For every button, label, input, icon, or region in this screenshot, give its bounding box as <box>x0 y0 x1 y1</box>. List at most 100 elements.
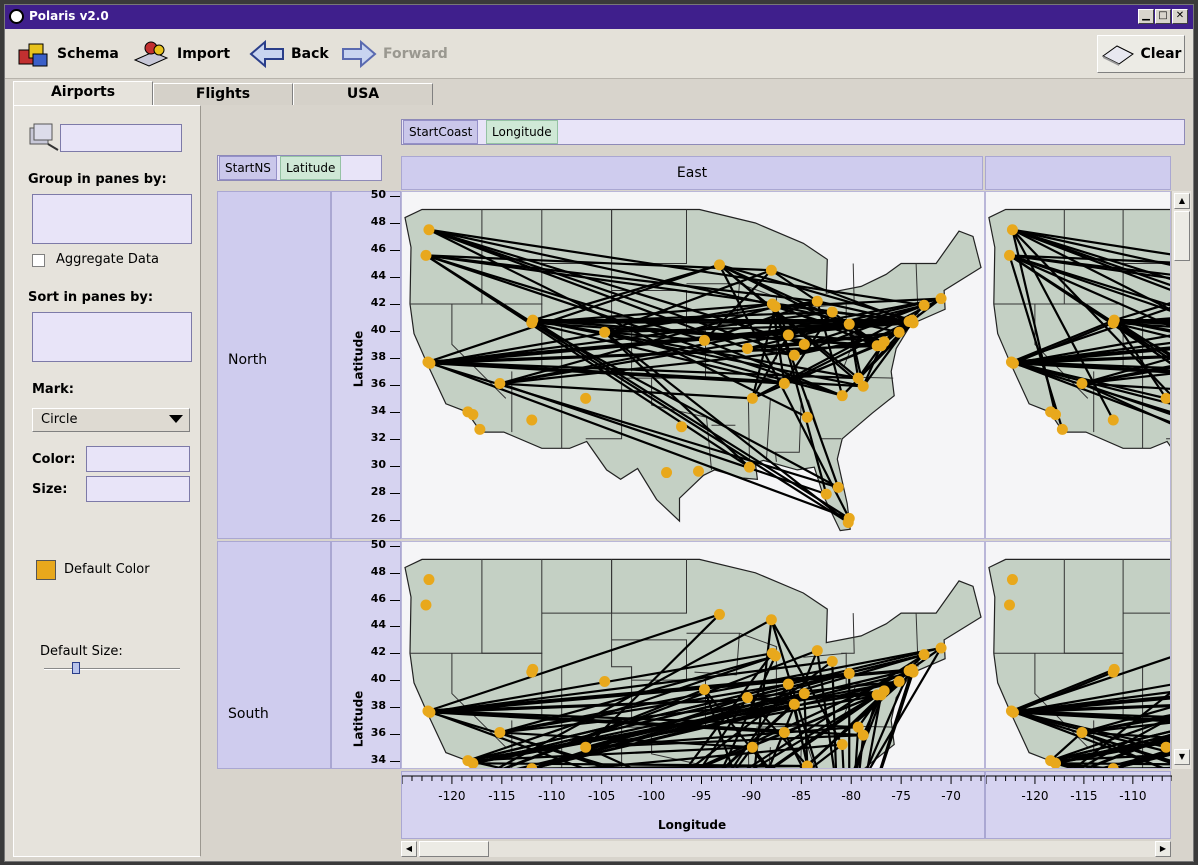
app-window: Polaris v2.0 ▁ □ ✕ Schema Import Back Fo… <box>4 4 1194 862</box>
row-header-south: South <box>217 541 331 769</box>
minimize-button[interactable]: ▁ <box>1138 9 1154 24</box>
pill-latitude[interactable]: Latitude <box>280 156 342 180</box>
y-tick-label: 46 <box>370 242 386 255</box>
y-tick-mark <box>390 384 400 386</box>
pill-startns[interactable]: StartNS <box>219 156 277 180</box>
airport-point <box>599 675 611 687</box>
y-tick-mark <box>390 223 400 225</box>
airport-point <box>580 741 592 753</box>
airport-point <box>1007 357 1019 369</box>
scroll-up-button[interactable]: ▲ <box>1174 193 1190 209</box>
airport-point <box>935 642 947 654</box>
airport-point <box>826 655 838 667</box>
pane-north-west[interactable] <box>985 191 1171 539</box>
y-tick-label: 50 <box>370 538 386 552</box>
columns-shelf[interactable]: StartCoast Longitude <box>401 119 1185 145</box>
y-tick-label: 36 <box>370 725 386 739</box>
y-tick-mark <box>390 303 400 305</box>
x-tick-label: -120 <box>438 789 465 803</box>
eraser-icon <box>1101 45 1134 66</box>
y-tick-label: 34 <box>370 403 386 417</box>
scroll-down-button[interactable]: ▼ <box>1174 749 1190 765</box>
airport-point <box>765 614 777 626</box>
airport-point <box>1107 666 1119 678</box>
y-tick-mark <box>390 733 400 735</box>
airport-point <box>746 392 758 404</box>
x-tick-label: -110 <box>1119 789 1146 803</box>
forward-button[interactable]: Forward <box>341 38 448 70</box>
airport-point <box>526 317 538 329</box>
airport-point <box>1006 574 1018 586</box>
airport-point <box>494 726 506 738</box>
airport-point <box>935 293 947 305</box>
sort-shelf[interactable] <box>32 312 192 362</box>
pane-south-east[interactable] <box>401 541 985 769</box>
airport-point <box>811 295 823 307</box>
close-button[interactable]: ✕ <box>1172 9 1188 24</box>
y-tick-label: 44 <box>370 268 386 282</box>
filter-shelf[interactable] <box>60 124 182 152</box>
default-size-label: Default Size: <box>40 644 123 659</box>
group-shelf[interactable] <box>32 194 192 244</box>
scroll-left-button[interactable]: ◀ <box>401 841 417 857</box>
y-tick-mark <box>390 196 400 198</box>
airport-point <box>843 512 855 524</box>
color-shelf[interactable] <box>86 446 190 472</box>
airport-point <box>765 264 777 276</box>
horizontal-scrollbar[interactable]: ◀ ▶ <box>401 841 1171 857</box>
aggregate-checkbox[interactable] <box>32 254 45 267</box>
pane-north-east[interactable] <box>401 191 985 539</box>
airport-point <box>893 675 905 687</box>
pane-south-west[interactable] <box>985 541 1171 769</box>
airport-point <box>852 372 864 384</box>
scroll-right-button[interactable]: ▶ <box>1155 841 1171 857</box>
import-button[interactable]: Import <box>131 38 230 70</box>
left-panel: Group in panes by: Aggregate Data Sort i… <box>13 105 201 857</box>
airport-point <box>1050 409 1062 421</box>
y-tick-mark <box>390 250 400 251</box>
clear-button[interactable]: Clear <box>1097 35 1185 73</box>
tab-bar: Airports Flights USA <box>5 79 1193 105</box>
tab-airports[interactable]: Airports <box>13 81 153 105</box>
pill-startcoast[interactable]: StartCoast <box>403 120 479 144</box>
y-tick-label: 34 <box>370 752 386 766</box>
tab-usa[interactable]: USA <box>293 83 433 105</box>
y-tick-label: 38 <box>370 349 386 363</box>
vertical-scrollbar[interactable]: ▲ ▼ <box>1171 191 1191 769</box>
y-tick-label: 28 <box>370 484 386 498</box>
y-tick-label: 38 <box>370 698 386 712</box>
airport-point <box>1107 414 1119 426</box>
airport-point <box>1007 706 1019 718</box>
tab-flights[interactable]: Flights <box>153 83 293 105</box>
y-tick-mark <box>390 706 400 708</box>
back-button[interactable]: Back <box>249 38 329 70</box>
size-shelf[interactable] <box>86 476 190 502</box>
y-tick-label: 48 <box>370 215 386 229</box>
airport-point <box>424 706 436 718</box>
airport-point <box>769 650 781 662</box>
horizontal-scroll-thumb[interactable] <box>419 841 489 857</box>
clear-label: Clear <box>1140 46 1182 62</box>
mark-label: Mark: <box>32 382 74 397</box>
airport-point <box>713 259 725 271</box>
maximize-button[interactable]: □ <box>1155 9 1171 24</box>
x-tick-label: -80 <box>841 789 861 803</box>
chevron-down-icon <box>169 415 183 423</box>
size-slider-thumb[interactable] <box>72 662 80 674</box>
airport-point <box>1006 224 1018 236</box>
y-tick-mark <box>390 653 400 655</box>
x-tick-label: -105 <box>588 789 615 803</box>
x-tick-label: -100 <box>638 789 665 803</box>
airport-point <box>843 667 855 679</box>
rows-shelf[interactable]: StartNS Latitude <box>217 155 382 181</box>
airport-point <box>698 334 710 346</box>
schema-button[interactable]: Schema <box>15 38 119 70</box>
pill-longitude[interactable]: Longitude <box>486 120 558 144</box>
mark-select[interactable]: Circle <box>32 408 190 432</box>
vertical-scroll-thumb[interactable] <box>1174 211 1190 261</box>
airport-point <box>918 649 930 661</box>
default-color-swatch[interactable] <box>36 560 56 580</box>
airport-point <box>852 721 864 733</box>
airport-point <box>420 599 432 611</box>
airport-point <box>467 409 479 421</box>
